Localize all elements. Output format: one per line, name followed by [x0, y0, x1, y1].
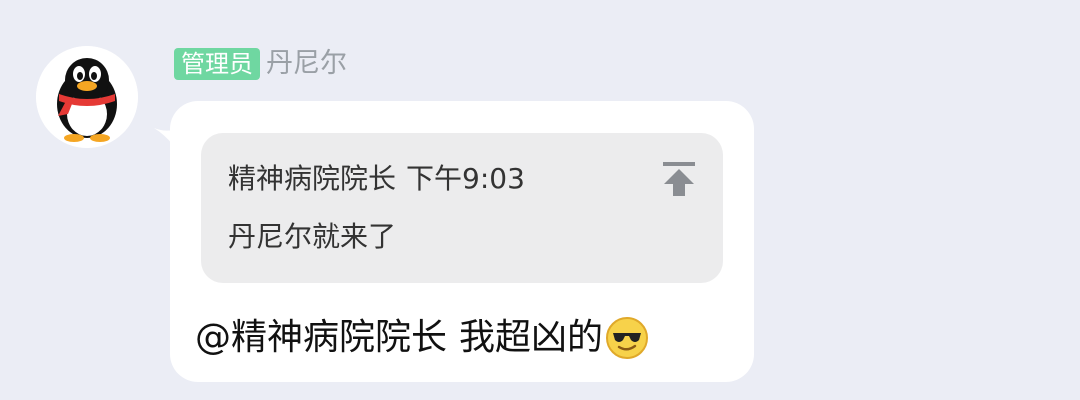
message-body: 我超凶的: [459, 317, 604, 358]
scroll-to-top-icon: [663, 162, 695, 196]
sender-row: 管理员 丹尼尔: [174, 46, 347, 82]
message-bubble[interactable]: 精神病院院长 下午9:03 丹尼尔就来了 @精神病院院长 我超凶的: [170, 101, 754, 382]
avatar[interactable]: [36, 46, 138, 148]
quote-header: 精神病院院长 下午9:03: [228, 159, 525, 199]
scroll-to-top-button[interactable]: [661, 159, 697, 199]
quote-text: 丹尼尔就来了: [228, 220, 397, 253]
sender-name[interactable]: 丹尼尔: [266, 46, 347, 82]
quote-author: 精神病院院长: [228, 162, 397, 195]
mention[interactable]: @精神病院院长: [195, 313, 447, 363]
emoji: [605, 316, 649, 360]
role-badge: 管理员: [174, 48, 260, 80]
quoted-message[interactable]: 精神病院院长 下午9:03 丹尼尔就来了: [201, 133, 723, 283]
message-text: @精神病院院长 我超凶的: [195, 313, 649, 363]
quote-time: 下午9:03: [406, 162, 525, 195]
cool-sunglasses-emoji-icon: [606, 317, 649, 359]
qq-penguin-icon: [36, 46, 138, 148]
